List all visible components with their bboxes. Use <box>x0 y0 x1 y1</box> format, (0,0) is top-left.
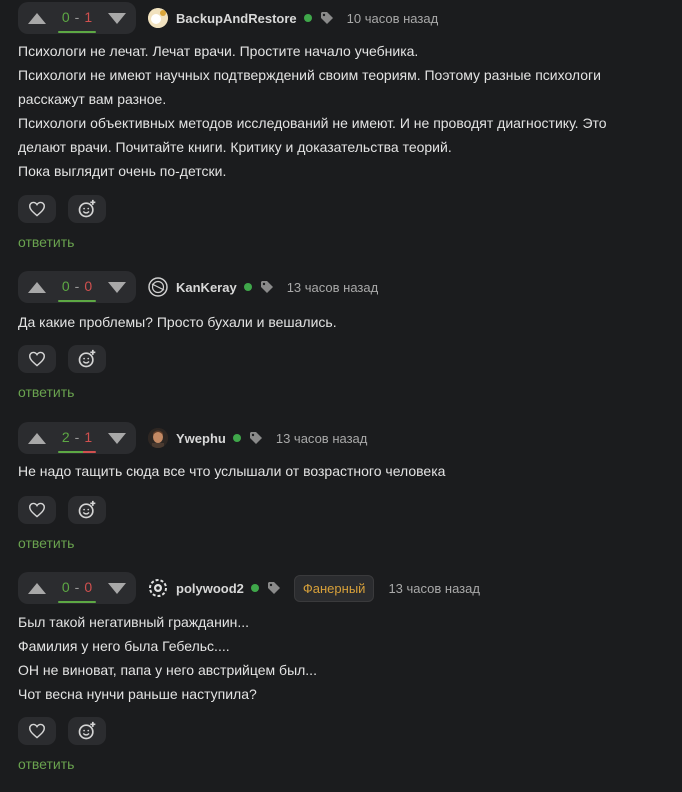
tag-icon[interactable] <box>320 12 333 24</box>
online-indicator-icon <box>250 584 259 592</box>
comment-text: Да какие проблемы? Просто бухали и вешал… <box>18 310 337 334</box>
comment-line: делают врачи. Почитайте книги. Критику и… <box>18 139 452 155</box>
rating-control: 0 - 1 <box>18 2 136 34</box>
rating-minus: 0 <box>84 277 93 294</box>
upvote-arrow-icon[interactable] <box>28 432 46 444</box>
like-button[interactable] <box>18 345 56 373</box>
heart-icon <box>28 502 46 518</box>
rating-score: 0 - 0 <box>57 277 97 302</box>
avatar[interactable] <box>148 8 168 28</box>
emoji-add-icon <box>78 500 96 519</box>
comment-actions <box>18 195 106 223</box>
tag-icon[interactable] <box>267 582 280 594</box>
comment-line: Психологи объективных методов исследован… <box>18 115 607 131</box>
username[interactable]: Ywephu <box>176 431 226 446</box>
rating-bar <box>57 30 97 33</box>
rating-control: 0 - 0 <box>18 271 136 303</box>
rating-plus: 0 <box>61 277 70 294</box>
comment-line: Чот весна нунчи раньше наступила? <box>18 686 257 702</box>
avatar[interactable] <box>148 428 168 448</box>
upvote-arrow-icon[interactable] <box>28 281 46 293</box>
comment-line: Психологи не лечат. Лечат врачи. Простит… <box>18 43 419 59</box>
like-button[interactable] <box>18 195 56 223</box>
comment-line: ОН не виноват, папа у него австрийцем бы… <box>18 662 317 678</box>
rating-score: 0 - 1 <box>57 8 97 33</box>
rating-minus: 1 <box>84 428 93 445</box>
username[interactable]: KanKeray <box>176 280 237 295</box>
upvote-arrow-icon[interactable] <box>28 12 46 24</box>
avatar[interactable] <box>148 578 168 598</box>
reply-link[interactable]: ответить <box>18 234 74 250</box>
timestamp[interactable]: 13 часов назад <box>276 431 368 446</box>
emoji-add-icon <box>78 721 96 740</box>
downvote-arrow-icon[interactable] <box>107 281 126 293</box>
comment-text: Психологи не лечат. Лечат врачи. Простит… <box>18 39 607 183</box>
comment-line: Не надо тащить сюда все что услышали от … <box>18 463 446 479</box>
comment-actions <box>18 717 106 745</box>
comment-line: Психологи не имеют научных подтверждений… <box>18 67 601 83</box>
reply-link[interactable]: ответить <box>18 384 74 400</box>
rating-plus: 0 <box>61 578 70 595</box>
reply-link[interactable]: ответить <box>18 535 74 551</box>
like-button[interactable] <box>18 496 56 524</box>
rating-score: 0 - 0 <box>57 578 97 603</box>
rating-score: 2 - 1 <box>57 428 97 453</box>
rating-plus: 2 <box>61 428 70 445</box>
tag-icon[interactable] <box>249 432 262 444</box>
rating-minus: 0 <box>84 578 93 595</box>
comment-actions <box>18 345 106 373</box>
rating-bar <box>57 299 97 302</box>
comment-header: 2 - 1 Ywephu 13 часов назад <box>18 422 367 454</box>
username[interactable]: BackupAndRestore <box>176 11 297 26</box>
username[interactable]: polywood2 <box>176 581 244 596</box>
timestamp[interactable]: 13 часов назад <box>287 280 379 295</box>
comment-line: Пока выглядит очень по-детски. <box>18 163 227 179</box>
timestamp[interactable]: 13 часов назад <box>388 581 480 596</box>
comment-line: Был такой негативный гражданин... <box>18 614 250 630</box>
heart-icon <box>28 201 46 217</box>
heart-icon <box>28 723 46 739</box>
emoji-add-icon <box>78 349 96 368</box>
rating-bar <box>57 600 97 603</box>
emoji-reaction-button[interactable] <box>68 345 106 373</box>
tag-icon[interactable] <box>260 281 273 293</box>
downvote-arrow-icon[interactable] <box>107 432 126 444</box>
heart-icon <box>28 351 46 367</box>
rating-plus: 0 <box>61 8 70 25</box>
reply-link[interactable]: ответить <box>18 756 74 772</box>
comment-text: Был такой негативный гражданин... Фамили… <box>18 610 317 706</box>
comment-header: 0 - 0 polywood2 Фанерный 13 часов назад <box>18 572 480 604</box>
user-badge: Фанерный <box>293 574 375 602</box>
comment-line: расскажут вам разное. <box>18 91 167 107</box>
emoji-reaction-button[interactable] <box>68 717 106 745</box>
downvote-arrow-icon[interactable] <box>107 582 126 594</box>
emoji-add-icon <box>78 199 96 218</box>
online-indicator-icon <box>243 283 252 291</box>
rating-control: 2 - 1 <box>18 422 136 454</box>
avatar[interactable] <box>148 277 168 297</box>
comment-header: 0 - 0 KanKeray 13 часов назад <box>18 271 378 303</box>
like-button[interactable] <box>18 717 56 745</box>
comment-line: Фамилия у него была Гебельс.... <box>18 638 230 654</box>
emoji-reaction-button[interactable] <box>68 195 106 223</box>
comment-actions <box>18 496 106 524</box>
timestamp[interactable]: 10 часов назад <box>347 11 439 26</box>
downvote-arrow-icon[interactable] <box>107 12 126 24</box>
online-indicator-icon <box>303 14 312 22</box>
online-indicator-icon <box>232 434 241 442</box>
rating-minus: 1 <box>84 8 93 25</box>
comment-line: Да какие проблемы? Просто бухали и вешал… <box>18 314 337 330</box>
rating-bar <box>57 450 97 453</box>
rating-control: 0 - 0 <box>18 572 136 604</box>
comment-text: Не надо тащить сюда все что услышали от … <box>18 459 445 483</box>
emoji-reaction-button[interactable] <box>68 496 106 524</box>
comment-header: 0 - 1 BackupAndRestore 10 часов назад <box>18 2 438 34</box>
upvote-arrow-icon[interactable] <box>28 582 46 594</box>
